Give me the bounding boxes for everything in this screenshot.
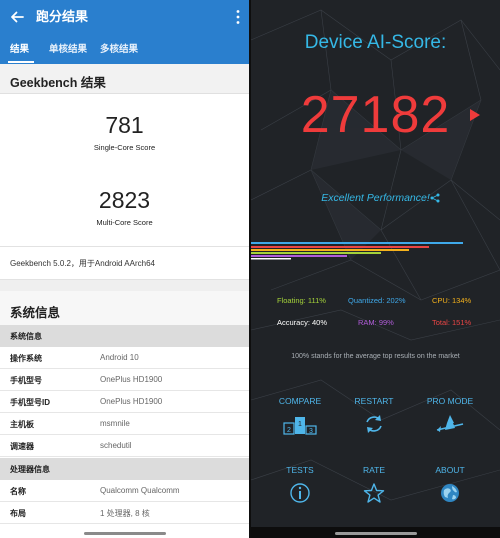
info-value: Qualcomm Qualcomm bbox=[100, 486, 180, 495]
podium-icon: 2 1 3 bbox=[283, 417, 317, 435]
info-value: schedutil bbox=[100, 441, 132, 450]
info-row: 布局 1 处理器, 8 核 bbox=[0, 502, 249, 524]
info-row: 手机型号 OnePlus HD1900 bbox=[0, 369, 249, 391]
average-note: 100% stands for the average top results … bbox=[291, 353, 460, 360]
multi-core-label: Multi-Core Score bbox=[96, 218, 153, 227]
metric-accuracy: Accuracy: 40% bbox=[277, 318, 328, 327]
results-tabs: 结果 单核结果 多核结果 bbox=[0, 40, 249, 64]
info-key: 名称 bbox=[10, 487, 26, 496]
total-bar bbox=[251, 246, 429, 248]
info-row: 主机板 msmnile bbox=[0, 413, 249, 435]
tab-indicator bbox=[8, 61, 34, 63]
section-processor-info: 处理器信息 bbox=[0, 458, 249, 480]
info-key: 调速器 bbox=[10, 442, 34, 451]
floating-bar bbox=[251, 252, 381, 254]
gesture-bar-area bbox=[0, 527, 249, 538]
metric-cpu: CPU: 134% bbox=[432, 296, 472, 305]
restart-icon bbox=[366, 415, 382, 433]
device-ai-score-title: Device AI-Score: bbox=[304, 32, 447, 53]
metric-quantized: Quantized: 202% bbox=[348, 296, 406, 305]
svg-text:2: 2 bbox=[287, 427, 291, 434]
ai-benchmark-pane: Device AI-Score: 27182 Excellent Perform… bbox=[251, 0, 500, 538]
globe-icon bbox=[441, 484, 459, 502]
single-core-score: 781 Single-Core Score bbox=[0, 112, 249, 153]
compare-button[interactable]: COMPARE 2 1 3 bbox=[265, 395, 335, 435]
witch-icon bbox=[436, 415, 464, 432]
tests-button[interactable]: TESTS bbox=[265, 464, 335, 504]
info-row: 手机型号ID OnePlus HD1900 bbox=[0, 391, 249, 413]
info-row: 调速器 schedutil bbox=[0, 435, 249, 457]
restart-button[interactable]: RESTART bbox=[339, 395, 409, 435]
section-title: 系统信息 bbox=[10, 332, 42, 341]
accuracy-bar bbox=[251, 258, 291, 260]
svg-text:3: 3 bbox=[309, 428, 313, 435]
tests-label: TESTS bbox=[286, 465, 314, 475]
pro-mode-label: PRO MODE bbox=[426, 396, 474, 406]
section-gap bbox=[0, 279, 249, 291]
ai-score-value: 27182 bbox=[300, 86, 451, 144]
rate-button[interactable]: RATE bbox=[339, 464, 409, 504]
more-options-icon[interactable] bbox=[235, 9, 241, 25]
polygon-background bbox=[251, 9, 500, 501]
info-icon bbox=[290, 483, 310, 503]
tab-results[interactable]: 结果 bbox=[10, 44, 29, 56]
back-arrow-icon[interactable] bbox=[8, 8, 26, 26]
geekbench-version: Geekbench 5.0.2，用于Android AArch64 bbox=[10, 259, 155, 268]
info-key: 布局 bbox=[10, 509, 26, 518]
info-value: OnePlus HD1900 bbox=[100, 375, 163, 384]
info-value: msmnile bbox=[100, 419, 130, 428]
info-row: 操作系统 Android 10 bbox=[0, 347, 249, 369]
app-bar: 跑分结果 结果 单核结果 多核结果 bbox=[0, 0, 249, 64]
divider bbox=[0, 246, 249, 247]
compare-label: COMPARE bbox=[278, 396, 322, 406]
ram-bar bbox=[251, 255, 347, 257]
geekbench-header: Geekbench 结果 bbox=[0, 64, 249, 94]
play-arrow-icon[interactable] bbox=[469, 108, 481, 122]
info-key: 手机型号 bbox=[10, 376, 42, 385]
section-system-info: 系统信息 bbox=[0, 325, 249, 347]
info-key: 操作系统 bbox=[10, 354, 42, 363]
tab-multi-core[interactable]: 多核结果 bbox=[100, 44, 138, 56]
system-info-header: 系统信息 bbox=[0, 291, 249, 325]
single-core-label: Single-Core Score bbox=[93, 143, 156, 152]
about-label: ABOUT bbox=[435, 465, 465, 475]
gesture-handle[interactable] bbox=[84, 532, 166, 535]
system-info-title: 系统信息 bbox=[10, 306, 61, 320]
star-icon bbox=[363, 483, 385, 503]
pro-mode-button[interactable]: PRO MODE bbox=[415, 395, 485, 435]
svg-text:1: 1 bbox=[298, 421, 302, 428]
section-title: 处理器信息 bbox=[10, 465, 50, 474]
info-value: Android 10 bbox=[100, 353, 139, 362]
multi-core-value: 2823 bbox=[98, 187, 151, 213]
info-value: 1 处理器, 8 核 bbox=[100, 509, 150, 518]
multi-core-score: 2823 Multi-Core Score bbox=[0, 187, 249, 228]
share-icon[interactable] bbox=[430, 193, 440, 203]
app-title: 跑分结果 bbox=[36, 9, 89, 24]
quantized-bar bbox=[251, 242, 463, 244]
info-value: OnePlus HD1900 bbox=[100, 397, 163, 406]
geekbench-results-pane: 跑分结果 结果 单核结果 多核结果 Geekbench 结果 781 Singl… bbox=[0, 0, 249, 538]
score-bars bbox=[251, 242, 463, 260]
gesture-handle[interactable] bbox=[335, 532, 417, 535]
info-key: 手机型号ID bbox=[10, 398, 50, 407]
about-button[interactable]: ABOUT bbox=[415, 464, 485, 504]
tab-single-core[interactable]: 单核结果 bbox=[49, 44, 87, 56]
info-key: 主机板 bbox=[10, 420, 34, 429]
metric-floating: Floating: 111% bbox=[277, 296, 326, 305]
rate-label: RATE bbox=[362, 465, 386, 475]
metric-ram: RAM: 99% bbox=[358, 318, 394, 327]
info-row: 名称 Qualcomm Qualcomm bbox=[0, 480, 249, 502]
geekbench-title: Geekbench 结果 bbox=[10, 76, 106, 90]
single-core-value: 781 bbox=[105, 112, 144, 138]
cpu-bar bbox=[251, 249, 409, 251]
gesture-bar-area bbox=[251, 527, 500, 538]
metric-total: Total: 151% bbox=[432, 318, 472, 327]
restart-label: RESTART bbox=[354, 396, 394, 406]
performance-label: Excellent Performance! bbox=[321, 192, 430, 204]
